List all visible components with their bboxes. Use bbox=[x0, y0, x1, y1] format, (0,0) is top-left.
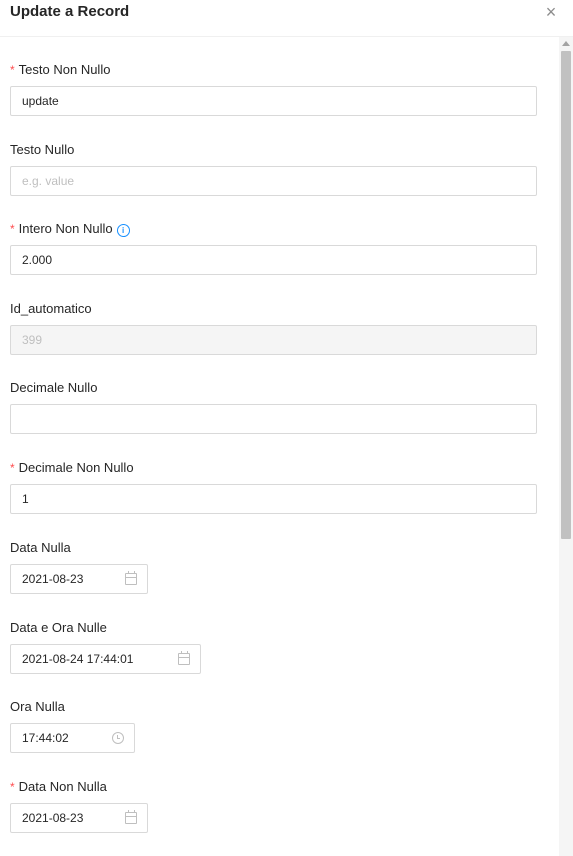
field-label: * Intero Non Nullo i bbox=[10, 221, 130, 237]
vertical-scrollbar[interactable] bbox=[559, 37, 573, 856]
label-text: Testo Non Nullo bbox=[18, 62, 111, 77]
dialog-header: Update a Record × bbox=[0, 0, 573, 37]
data-non-nulla-date-picker[interactable]: 2021-08-23 bbox=[10, 803, 148, 833]
label-text: Ora Nulla bbox=[10, 699, 65, 714]
dialog-body: * Testo Non Nullo update Testo Nullo e.g.… bbox=[0, 37, 559, 856]
label-text: Decimale Nullo bbox=[10, 380, 98, 395]
label-text: Data e Ora Nulle bbox=[10, 620, 107, 635]
field-label: Id_automatico bbox=[10, 301, 92, 317]
dialog-title: Update a Record bbox=[10, 3, 130, 20]
picker-value: 2021-08-24 17:44:01 bbox=[22, 652, 134, 666]
label-text: Data Non Nulla bbox=[18, 779, 107, 794]
field-label: * Data Non Nulla bbox=[10, 779, 107, 795]
calendar-icon bbox=[125, 571, 137, 585]
ora-nulla-time-picker[interactable]: 17:44:02 bbox=[10, 723, 135, 753]
field-label: Testo Nullo bbox=[10, 142, 74, 158]
testo-nullo-input[interactable]: e.g. value bbox=[10, 166, 537, 196]
label-text: Decimale Non Nullo bbox=[18, 460, 134, 475]
update-record-dialog: Update a Record × * Testo Non Nullo updat… bbox=[0, 0, 573, 856]
label-text: Testo Nullo bbox=[10, 142, 75, 157]
required-mark: * bbox=[10, 461, 15, 475]
field-label: Data e Ora Nulle bbox=[10, 620, 107, 636]
field-label: * Decimale Non Nullo bbox=[10, 460, 134, 476]
field-label: Ora Nulla bbox=[10, 699, 65, 715]
calendar-icon bbox=[178, 651, 190, 665]
intero-non-nullo-input[interactable]: 2.000 bbox=[10, 245, 537, 275]
required-mark: * bbox=[10, 222, 15, 236]
field-label: Data Nulla bbox=[10, 540, 71, 556]
id-automatico-input: 399 bbox=[10, 325, 537, 355]
required-mark: * bbox=[10, 63, 15, 77]
close-icon[interactable]: × bbox=[543, 2, 559, 22]
scrollbar-thumb[interactable] bbox=[561, 51, 571, 539]
calendar-icon bbox=[125, 810, 137, 824]
field-label: Decimale Nullo bbox=[10, 380, 97, 396]
decimale-non-nullo-input[interactable]: 1 bbox=[10, 484, 537, 514]
label-text: Intero Non Nullo bbox=[18, 221, 113, 236]
data-nulla-date-picker[interactable]: 2021-08-23 bbox=[10, 564, 148, 594]
field-label: * Testo Non Nullo bbox=[10, 62, 110, 78]
clock-icon bbox=[112, 732, 124, 744]
picker-value: 2021-08-23 bbox=[22, 572, 84, 586]
decimale-nullo-input[interactable] bbox=[10, 404, 537, 434]
data-e-ora-nulle-datetime-picker[interactable]: 2021-08-24 17:44:01 bbox=[10, 644, 201, 674]
testo-non-nullo-input[interactable]: update bbox=[10, 86, 537, 116]
picker-value: 17:44:02 bbox=[22, 731, 69, 745]
required-mark: * bbox=[10, 780, 15, 794]
scroll-up-arrow-icon[interactable] bbox=[562, 41, 570, 46]
label-text: Id_automatico bbox=[10, 301, 92, 316]
info-icon[interactable]: i bbox=[116, 224, 130, 237]
picker-value: 2021-08-23 bbox=[22, 811, 84, 825]
label-text: Data Nulla bbox=[10, 540, 71, 555]
